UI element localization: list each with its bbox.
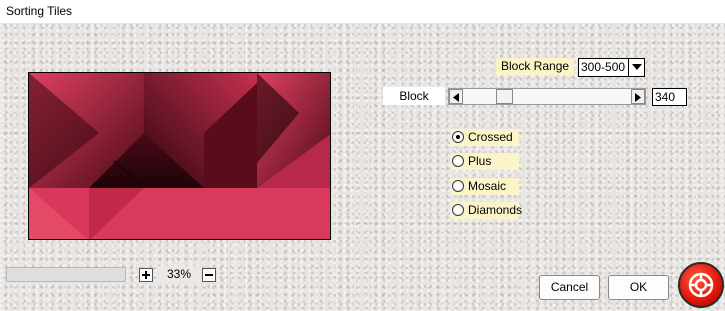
radio-label: Mosaic: [468, 179, 507, 193]
dialog-body: Block Range 300-500 Block 340 Crossed Pl…: [0, 24, 725, 311]
zoom-out-button[interactable]: [202, 268, 216, 282]
triangle-left-icon[interactable]: [449, 89, 463, 104]
block-label: Block: [383, 87, 445, 105]
zoom-in-button[interactable]: [139, 268, 153, 282]
slider-thumb[interactable]: [496, 89, 513, 104]
block-slider[interactable]: [448, 88, 646, 105]
radio-crossed[interactable]: Crossed: [451, 129, 519, 146]
radio-button[interactable]: [452, 180, 464, 192]
cancel-button[interactable]: Cancel: [539, 275, 600, 300]
triangle-right-icon[interactable]: [631, 89, 645, 104]
radio-diamonds[interactable]: Diamonds: [451, 202, 523, 219]
radio-label: Diamonds: [468, 203, 523, 217]
ok-button[interactable]: OK: [608, 275, 669, 300]
chevron-down-icon[interactable]: [628, 59, 644, 76]
radio-button-checked[interactable]: [452, 131, 464, 143]
preview-art: [29, 73, 330, 239]
block-range-label: Block Range: [496, 58, 575, 75]
radio-mosaic[interactable]: Mosaic: [451, 178, 519, 195]
block-range-value: 300-500: [581, 60, 626, 74]
title-bar: Sorting Tiles: [0, 0, 725, 24]
block-range-select[interactable]: 300-500: [578, 58, 645, 77]
lifebuoy-icon[interactable]: [678, 262, 724, 308]
preview-image: [28, 72, 331, 240]
radio-button[interactable]: [452, 155, 464, 167]
radio-label: Crossed: [468, 130, 513, 144]
radio-button[interactable]: [452, 204, 464, 216]
zoom-value: 33%: [158, 266, 200, 283]
block-value-field[interactable]: 340: [652, 88, 687, 106]
radio-label: Plus: [468, 154, 492, 168]
progress-bar: [6, 267, 126, 282]
window-title: Sorting Tiles: [6, 4, 73, 18]
radio-plus[interactable]: Plus: [451, 153, 519, 170]
